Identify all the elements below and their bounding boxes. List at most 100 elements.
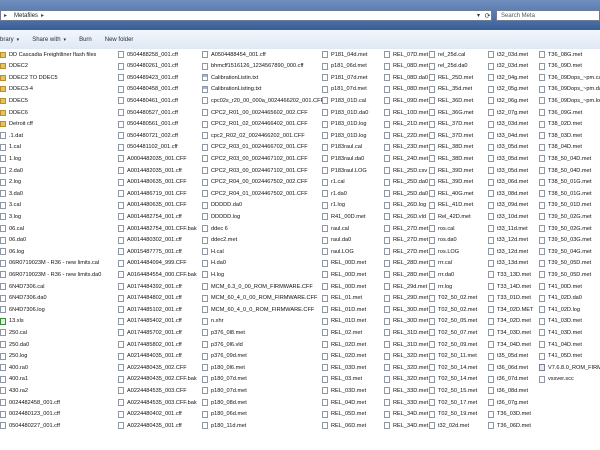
- file-item[interactable]: 06R0719023M - R36 - new limits.da0: [0, 270, 101, 280]
- organize-button[interactable]: brary ▾: [0, 37, 19, 43]
- file-item[interactable]: Rel_42D.met: [429, 212, 471, 222]
- file-item[interactable]: REL_38D.met: [429, 142, 473, 152]
- file-item[interactable]: t33_04d.met: [488, 131, 528, 141]
- file-item[interactable]: rel_25d.da0: [429, 61, 468, 71]
- file-item[interactable]: bhmcff1516126_1234567890_000.cff: [202, 61, 304, 71]
- file-item[interactable]: A0014486719_001.CFF: [118, 189, 187, 199]
- file-item[interactable]: T02_50_09.met: [429, 340, 477, 350]
- file-item[interactable]: ros.cal: [429, 224, 454, 234]
- file-item[interactable]: T33_01D.met: [488, 293, 531, 303]
- file-item[interactable]: P183raul.da0: [322, 154, 364, 164]
- file-item[interactable]: REL_25D.da0: [384, 189, 428, 199]
- file-item[interactable]: p180_0l6.met: [202, 363, 245, 373]
- file-item[interactable]: T41_03D.met: [539, 328, 582, 338]
- file-item[interactable]: REL_03D.met: [322, 363, 366, 373]
- file-item[interactable]: T39_50_05D.met: [539, 258, 591, 268]
- file-item[interactable]: A0224480402_001.cff: [118, 409, 182, 419]
- file-item[interactable]: A0014480635_001.CFF: [118, 200, 187, 210]
- file-item[interactable]: T33_13D.met: [488, 270, 531, 280]
- file-item[interactable]: REL_05D.met: [322, 409, 366, 419]
- file-item[interactable]: t32_03d.met: [488, 61, 528, 71]
- file-item[interactable]: REL_10D.met: [384, 108, 428, 118]
- file-item[interactable]: 0504480261_001.cff: [118, 61, 178, 71]
- file-item[interactable]: p181_07d.met: [322, 84, 367, 94]
- file-item[interactable]: H.cal: [202, 247, 224, 257]
- file-item[interactable]: CPC2_R01_00_0024465602_002.CFF: [202, 108, 308, 118]
- file-item[interactable]: REL_25D.csv: [384, 166, 427, 176]
- file-item[interactable]: A0224480435_002.CFF.bak: [118, 374, 197, 384]
- file-item[interactable]: 1.cal: [0, 142, 21, 152]
- file-item[interactable]: MCM_6.3_0_00_ROM_FIRMWARE.CFF: [202, 282, 313, 292]
- file-item[interactable]: 400.ra0: [0, 363, 28, 373]
- file-item[interactable]: REL_24D.met: [384, 154, 428, 164]
- file-item[interactable]: t32_03d.met: [488, 50, 528, 60]
- file-item[interactable]: REL_30D.met: [384, 316, 428, 326]
- file-item[interactable]: T38_50_04D.met: [539, 154, 591, 164]
- file-item[interactable]: REL_26D.log: [384, 200, 426, 210]
- file-item[interactable]: t36_08d.met: [488, 386, 528, 396]
- file-item[interactable]: P183raul.LOG: [322, 166, 367, 176]
- file-item[interactable]: ddec2.met: [202, 235, 237, 245]
- file-item[interactable]: H.da0: [202, 258, 226, 268]
- file-item[interactable]: 0504480527_001.cff: [118, 108, 178, 118]
- file-item[interactable]: T38_03D.met: [539, 131, 582, 141]
- file-item[interactable]: A0214484035_001.cff: [118, 351, 182, 361]
- file-item[interactable]: r1.cal: [322, 177, 345, 187]
- file-item[interactable]: A0014482754_001.cff: [118, 212, 182, 222]
- file-item[interactable]: T36_09G.met: [539, 108, 582, 118]
- file-item[interactable]: T38_50_01G.met: [539, 189, 592, 199]
- file-item[interactable]: REL_02D.met: [322, 351, 366, 361]
- file-item[interactable]: MCM_60_4_0_0_ROM_FIRMWARE.CFF: [202, 305, 314, 315]
- file-item[interactable]: REL_22D.met: [384, 131, 428, 141]
- file-item[interactable]: V7.6.8.0_ROM_FIRMWAR: [539, 363, 600, 373]
- file-item[interactable]: t36_06d.met: [488, 363, 528, 373]
- file-item[interactable]: t32_07g.met: [488, 108, 528, 118]
- file-item[interactable]: A0014484094_999.CFF: [118, 258, 187, 268]
- file-item[interactable]: P183_01D.log: [322, 131, 366, 141]
- file-item[interactable]: t33_12d.met: [488, 235, 528, 245]
- file-item[interactable]: A0174484802_001.cff: [118, 293, 182, 303]
- burn-button[interactable]: Burn: [79, 37, 92, 43]
- file-item[interactable]: 3.da0: [0, 189, 23, 199]
- file-item[interactable]: T39_50_02G.met: [539, 224, 592, 234]
- file-item[interactable]: T39_50_01D.met: [539, 200, 591, 210]
- file-item[interactable]: t32_02d.met: [429, 421, 469, 431]
- file-item[interactable]: T02_50_14.met: [429, 363, 477, 373]
- file-item[interactable]: REL_34D.met: [384, 409, 428, 419]
- file-item[interactable]: MCM_60_4_0_00_ROM_FIRMWARE.CFF: [202, 293, 317, 303]
- file-item[interactable]: REL_00D.met: [322, 258, 366, 268]
- file-item[interactable]: REL_04D.met: [322, 398, 366, 408]
- file-item[interactable]: 0504488258_001.cff: [118, 50, 178, 60]
- file-item[interactable]: T02_50_02.met: [429, 305, 477, 315]
- file-item[interactable]: A0224484535_003.CFF: [118, 386, 187, 396]
- file-item[interactable]: REL_21D.met: [384, 119, 428, 129]
- file-item[interactable]: 0504480721_002.cff: [118, 131, 178, 141]
- file-item[interactable]: 06.log: [0, 247, 24, 257]
- file-item[interactable]: T36_09Dops_~pm.log: [539, 96, 600, 106]
- file-item[interactable]: ros.LOG: [429, 247, 459, 257]
- file-item[interactable]: .1.dat: [0, 131, 23, 141]
- file-item[interactable]: REL_29d.met: [384, 282, 427, 292]
- file-item[interactable]: 250.log: [0, 351, 27, 361]
- file-item[interactable]: t33_08d.met: [488, 189, 528, 199]
- file-item[interactable]: REL_01.met: [322, 293, 362, 303]
- file-item[interactable]: 430.ra2: [0, 386, 28, 396]
- file-item[interactable]: P181_07d.met: [322, 73, 367, 83]
- folder-item[interactable]: DDEC5: [0, 96, 28, 106]
- file-item[interactable]: p180_06d.met: [202, 409, 247, 419]
- file-item[interactable]: REL_00D.met: [322, 270, 366, 280]
- file-item[interactable]: T39_50_03G.met: [539, 235, 592, 245]
- file-item[interactable]: REL_40G.met: [429, 189, 473, 199]
- file-item[interactable]: REL_06D.met: [322, 421, 366, 431]
- file-item[interactable]: REL_23D.met: [384, 142, 428, 152]
- file-item[interactable]: REL_01D.met: [322, 305, 366, 315]
- file-item[interactable]: A0014482754_001.CFF.bak: [118, 224, 197, 234]
- file-item[interactable]: T39_50_02G.met: [539, 212, 592, 222]
- file-item[interactable]: REL_33D.met: [384, 386, 428, 396]
- file-item[interactable]: REL_32D.met: [384, 351, 428, 361]
- folder-item[interactable]: DDEC2: [0, 61, 28, 71]
- file-item[interactable]: A0014480302_001.cff: [118, 235, 182, 245]
- file-item[interactable]: t33_13d.met: [488, 258, 528, 268]
- file-item[interactable]: 0504480458_001.cff: [118, 84, 178, 94]
- file-item[interactable]: DDDDD.da0: [202, 200, 242, 210]
